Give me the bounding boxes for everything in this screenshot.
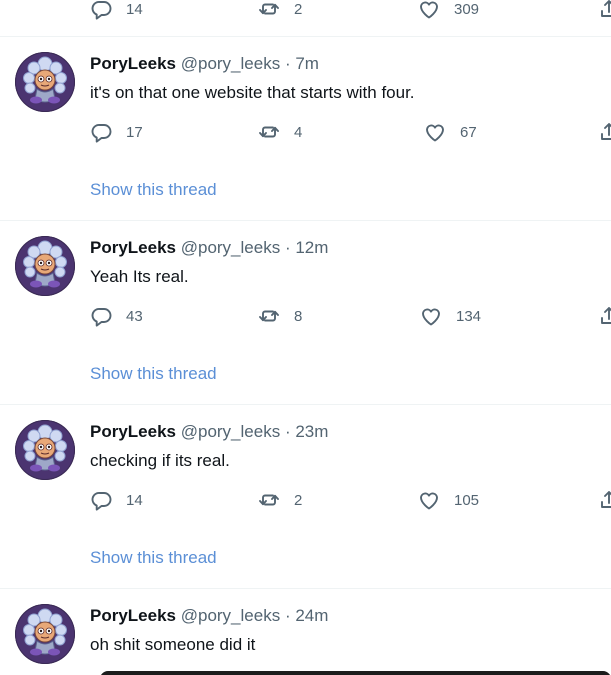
user-handle[interactable]: @pory_leeks [181,606,280,625]
retweet-count: 2 [294,0,303,18]
separator-dot: · [284,54,291,73]
media-preview[interactable] [100,671,611,675]
like-count: 67 [460,123,477,141]
reply-count: 43 [126,307,143,325]
share-icon [601,0,611,17]
display-name[interactable]: PoryLeeks [90,422,176,441]
like-icon [420,1,438,19]
avatar[interactable] [15,52,75,112]
avatar[interactable] [15,420,75,480]
share-button[interactable] [598,305,611,327]
tweet-header: PoryLeeks @pory_leeks · 23m [90,422,328,442]
reply-count: 14 [126,491,143,509]
avatar-image [15,236,75,296]
reply-button[interactable]: 17 [90,121,143,143]
retweet-count: 8 [294,307,303,325]
timestamp[interactable]: 23m [295,422,328,441]
reply-icon [91,491,112,511]
reply-button[interactable]: 14 [90,0,143,20]
like-icon [420,492,438,510]
share-icon [601,491,611,508]
avatar[interactable] [15,604,75,664]
retweet-button[interactable]: 2 [258,489,302,511]
timeline: 14 2 309 PoryLeeks @pory_leeks · 7m it's… [0,0,611,675]
like-button[interactable]: 67 [424,121,477,143]
reply-icon [91,0,112,20]
timestamp[interactable]: 7m [295,54,319,73]
retweet-icon [259,310,279,322]
reply-button[interactable]: 14 [90,489,143,511]
retweet-count: 4 [294,123,303,141]
tweet-header: PoryLeeks @pory_leeks · 24m [90,606,328,626]
reply-count: 14 [126,0,143,18]
retweet-count: 2 [294,491,303,509]
retweet-icon [259,494,279,506]
tweet[interactable]: PoryLeeks @pory_leeks · 24m oh shit some… [0,589,611,675]
tweet-text: oh shit someone did it [90,635,256,654]
separator-dot: · [284,238,291,257]
tweet-text: checking if its real. [90,451,230,470]
timestamp[interactable]: 24m [295,606,328,625]
like-button[interactable]: 309 [418,0,479,20]
reply-button[interactable]: 43 [90,305,143,327]
tweet[interactable]: PoryLeeks @pory_leeks · 12m Yeah Its rea… [0,221,611,404]
retweet-button[interactable]: 4 [258,121,302,143]
like-button[interactable]: 105 [418,489,479,511]
share-icon [601,307,611,324]
tweet-header: PoryLeeks @pory_leeks · 12m [90,238,328,258]
avatar-image [15,420,75,480]
share-button[interactable] [598,489,611,511]
timestamp[interactable]: 12m [295,238,328,257]
like-count: 134 [456,307,482,325]
share-icon [601,123,611,140]
user-handle[interactable]: @pory_leeks [181,238,280,257]
avatar-image [15,604,75,664]
like-count: 105 [454,491,480,509]
retweet-button[interactable]: 8 [258,305,302,327]
like-icon [426,124,444,142]
user-handle[interactable]: @pory_leeks [181,54,280,73]
separator-dot: · [284,422,291,441]
display-name[interactable]: PoryLeeks [90,54,176,73]
display-name[interactable]: PoryLeeks [90,238,176,257]
reply-icon [91,123,112,143]
reply-icon [91,307,112,327]
like-icon [422,308,440,326]
show-thread-link[interactable]: Show this thread [90,180,217,200]
like-count: 309 [454,0,480,18]
share-button[interactable] [598,0,611,20]
like-button[interactable]: 134 [420,305,481,327]
display-name[interactable]: PoryLeeks [90,606,176,625]
reply-count: 17 [126,123,143,141]
show-thread-link[interactable]: Show this thread [90,364,217,384]
tweet-header: PoryLeeks @pory_leeks · 7m [90,54,319,74]
tweet[interactable]: PoryLeeks @pory_leeks · 7m it's on that … [0,37,611,220]
separator-dot: · [284,606,291,625]
user-handle[interactable]: @pory_leeks [181,422,280,441]
tweet[interactable]: PoryLeeks @pory_leeks · 23m checking if … [0,405,611,588]
avatar-image [15,52,75,112]
avatar[interactable] [15,236,75,296]
retweet-icon [259,126,279,138]
share-button[interactable] [598,121,611,143]
show-thread-link[interactable]: Show this thread [90,548,217,568]
tweet-text: Yeah Its real. [90,267,189,286]
tweet-text: it's on that one website that starts wit… [90,83,415,102]
retweet-icon [259,3,279,15]
retweet-button[interactable]: 2 [258,0,302,20]
